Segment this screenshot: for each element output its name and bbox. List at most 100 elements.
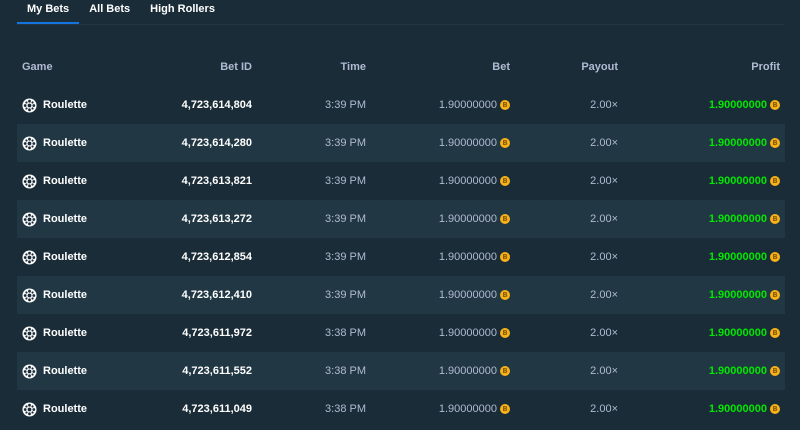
game-name[interactable]: Roulette [43,213,87,225]
table-row[interactable]: Roulette 4,723,611,972 3:38 PM 1.90000000 B 2… [17,314,785,352]
profit-amount: 1.90000000 [708,251,767,263]
bet-amount: 1.90000000 [438,403,497,415]
cell-payout: 2.00× [510,238,618,276]
tab-high-rollers[interactable]: High Rollers [140,0,225,24]
coin-icon: B [770,100,780,110]
cell-game[interactable]: Roulette [17,238,152,276]
cell-bet: 1.90000000 B [366,352,510,390]
cell-payout: 2.00× [510,276,618,314]
cell-bet-id[interactable]: 4,723,613,821 [152,162,252,200]
coin-icon: B [500,366,510,376]
cell-payout: 2.00× [510,390,618,428]
bet-amount: 1.90000000 [438,137,497,149]
bet-amount: 1.90000000 [438,99,497,111]
bet-id-link[interactable]: 4,723,613,272 [182,213,252,225]
cell-bet-id[interactable]: 4,723,611,049 [152,390,252,428]
column-header-bet: Bet [492,61,510,73]
game-name[interactable]: Roulette [43,365,87,377]
cell-payout: 2.00× [510,124,618,162]
coin-icon: B [770,366,780,376]
cell-bet-id[interactable]: 4,723,611,972 [152,314,252,352]
cell-profit: 1.90000000 B [618,162,785,200]
bet-amount: 1.90000000 [438,327,497,339]
cell-game[interactable]: Roulette [17,200,152,238]
cell-time: 3:38 PM [252,352,366,390]
roulette-wheel-icon [22,211,37,227]
cell-game[interactable]: Roulette [17,86,152,124]
table-row[interactable]: Roulette 4,723,614,804 3:39 PM 1.90000000 B 2… [17,86,785,124]
cell-bet-id[interactable]: 4,723,612,854 [152,238,252,276]
cell-bet-id[interactable]: 4,723,614,804 [152,86,252,124]
game-name[interactable]: Roulette [43,175,87,187]
cell-time: 3:39 PM [252,162,366,200]
game-name[interactable]: Roulette [43,327,87,339]
coin-icon: B [770,214,780,224]
cell-bet-id[interactable]: 4,723,613,272 [152,200,252,238]
game-name[interactable]: Roulette [43,137,87,149]
coin-icon: B [770,328,780,338]
payout-multiplier: 2.00× [590,99,618,111]
table-row[interactable]: Roulette 4,723,612,410 3:39 PM 1.90000000 B 2… [17,276,785,314]
profit-amount: 1.90000000 [708,137,767,149]
bet-id-link[interactable]: 4,723,611,972 [182,327,252,339]
cell-game[interactable]: Roulette [17,314,152,352]
roulette-wheel-icon [22,173,37,189]
table-row[interactable]: Roulette 4,723,611,049 3:38 PM 1.90000000 B 2… [17,390,785,428]
game-name[interactable]: Roulette [43,251,87,263]
game-name[interactable]: Roulette [43,289,87,301]
roulette-wheel-icon [22,97,37,113]
tabs-divider [17,24,785,25]
table-row[interactable]: Roulette 4,723,614,280 3:39 PM 1.90000000 B 2… [17,124,785,162]
tab-my-bets[interactable]: My Bets [17,0,80,24]
coin-icon: B [500,138,510,148]
bet-time: 3:39 PM [325,137,366,149]
payout-multiplier: 2.00× [590,251,618,263]
bet-id-link[interactable]: 4,723,612,854 [182,251,252,263]
coin-icon: B [500,328,510,338]
game-name[interactable]: Roulette [43,403,87,415]
bet-id-link[interactable]: 4,723,613,821 [182,175,252,187]
cell-game[interactable]: Roulette [17,124,152,162]
bet-time: 3:39 PM [325,251,366,263]
bet-amount: 1.90000000 [438,175,497,187]
cell-bet-id[interactable]: 4,723,614,280 [152,124,252,162]
bet-id-link[interactable]: 4,723,614,804 [182,99,252,111]
cell-payout: 2.00× [510,352,618,390]
table-row[interactable]: Roulette 4,723,613,821 3:39 PM 1.90000000 B 2… [17,162,785,200]
bet-id-link[interactable]: 4,723,614,280 [182,137,252,149]
cell-bet-id[interactable]: 4,723,612,410 [152,276,252,314]
roulette-wheel-icon [22,401,37,417]
cell-game[interactable]: Roulette [17,352,152,390]
bet-time: 3:39 PM [325,213,366,225]
cell-game[interactable]: Roulette [17,162,152,200]
coin-icon: B [500,404,510,414]
coin-icon: B [770,176,780,186]
cell-payout: 2.00× [510,162,618,200]
profit-amount: 1.90000000 [708,99,767,111]
bet-time: 3:38 PM [325,327,366,339]
cell-bet: 1.90000000 B [366,162,510,200]
bet-amount: 1.90000000 [438,251,497,263]
cell-game[interactable]: Roulette [17,276,152,314]
bet-time: 3:39 PM [325,289,366,301]
cell-time: 3:38 PM [252,314,366,352]
payout-multiplier: 2.00× [590,137,618,149]
profit-amount: 1.90000000 [708,213,767,225]
bet-id-link[interactable]: 4,723,612,410 [182,289,252,301]
table-row[interactable]: Roulette 4,723,613,272 3:39 PM 1.90000000 B 2… [17,200,785,238]
cell-bet: 1.90000000 B [366,200,510,238]
table-row[interactable]: Roulette 4,723,611,552 3:38 PM 1.90000000 B 2… [17,352,785,390]
cell-time: 3:39 PM [252,86,366,124]
column-header-profit: Profit [751,61,780,73]
bet-id-link[interactable]: 4,723,611,049 [182,403,252,415]
cell-bet-id[interactable]: 4,723,611,552 [152,352,252,390]
table-row[interactable]: Roulette 4,723,612,854 3:39 PM 1.90000000 B 2… [17,238,785,276]
cell-profit: 1.90000000 B [618,314,785,352]
payout-multiplier: 2.00× [590,365,618,377]
bet-id-link[interactable]: 4,723,611,552 [182,365,252,377]
game-name[interactable]: Roulette [43,99,87,111]
cell-game[interactable]: Roulette [17,390,152,428]
cell-payout: 2.00× [510,86,618,124]
column-header-payout: Payout [581,61,618,73]
tab-all-bets[interactable]: All Bets [79,0,140,24]
